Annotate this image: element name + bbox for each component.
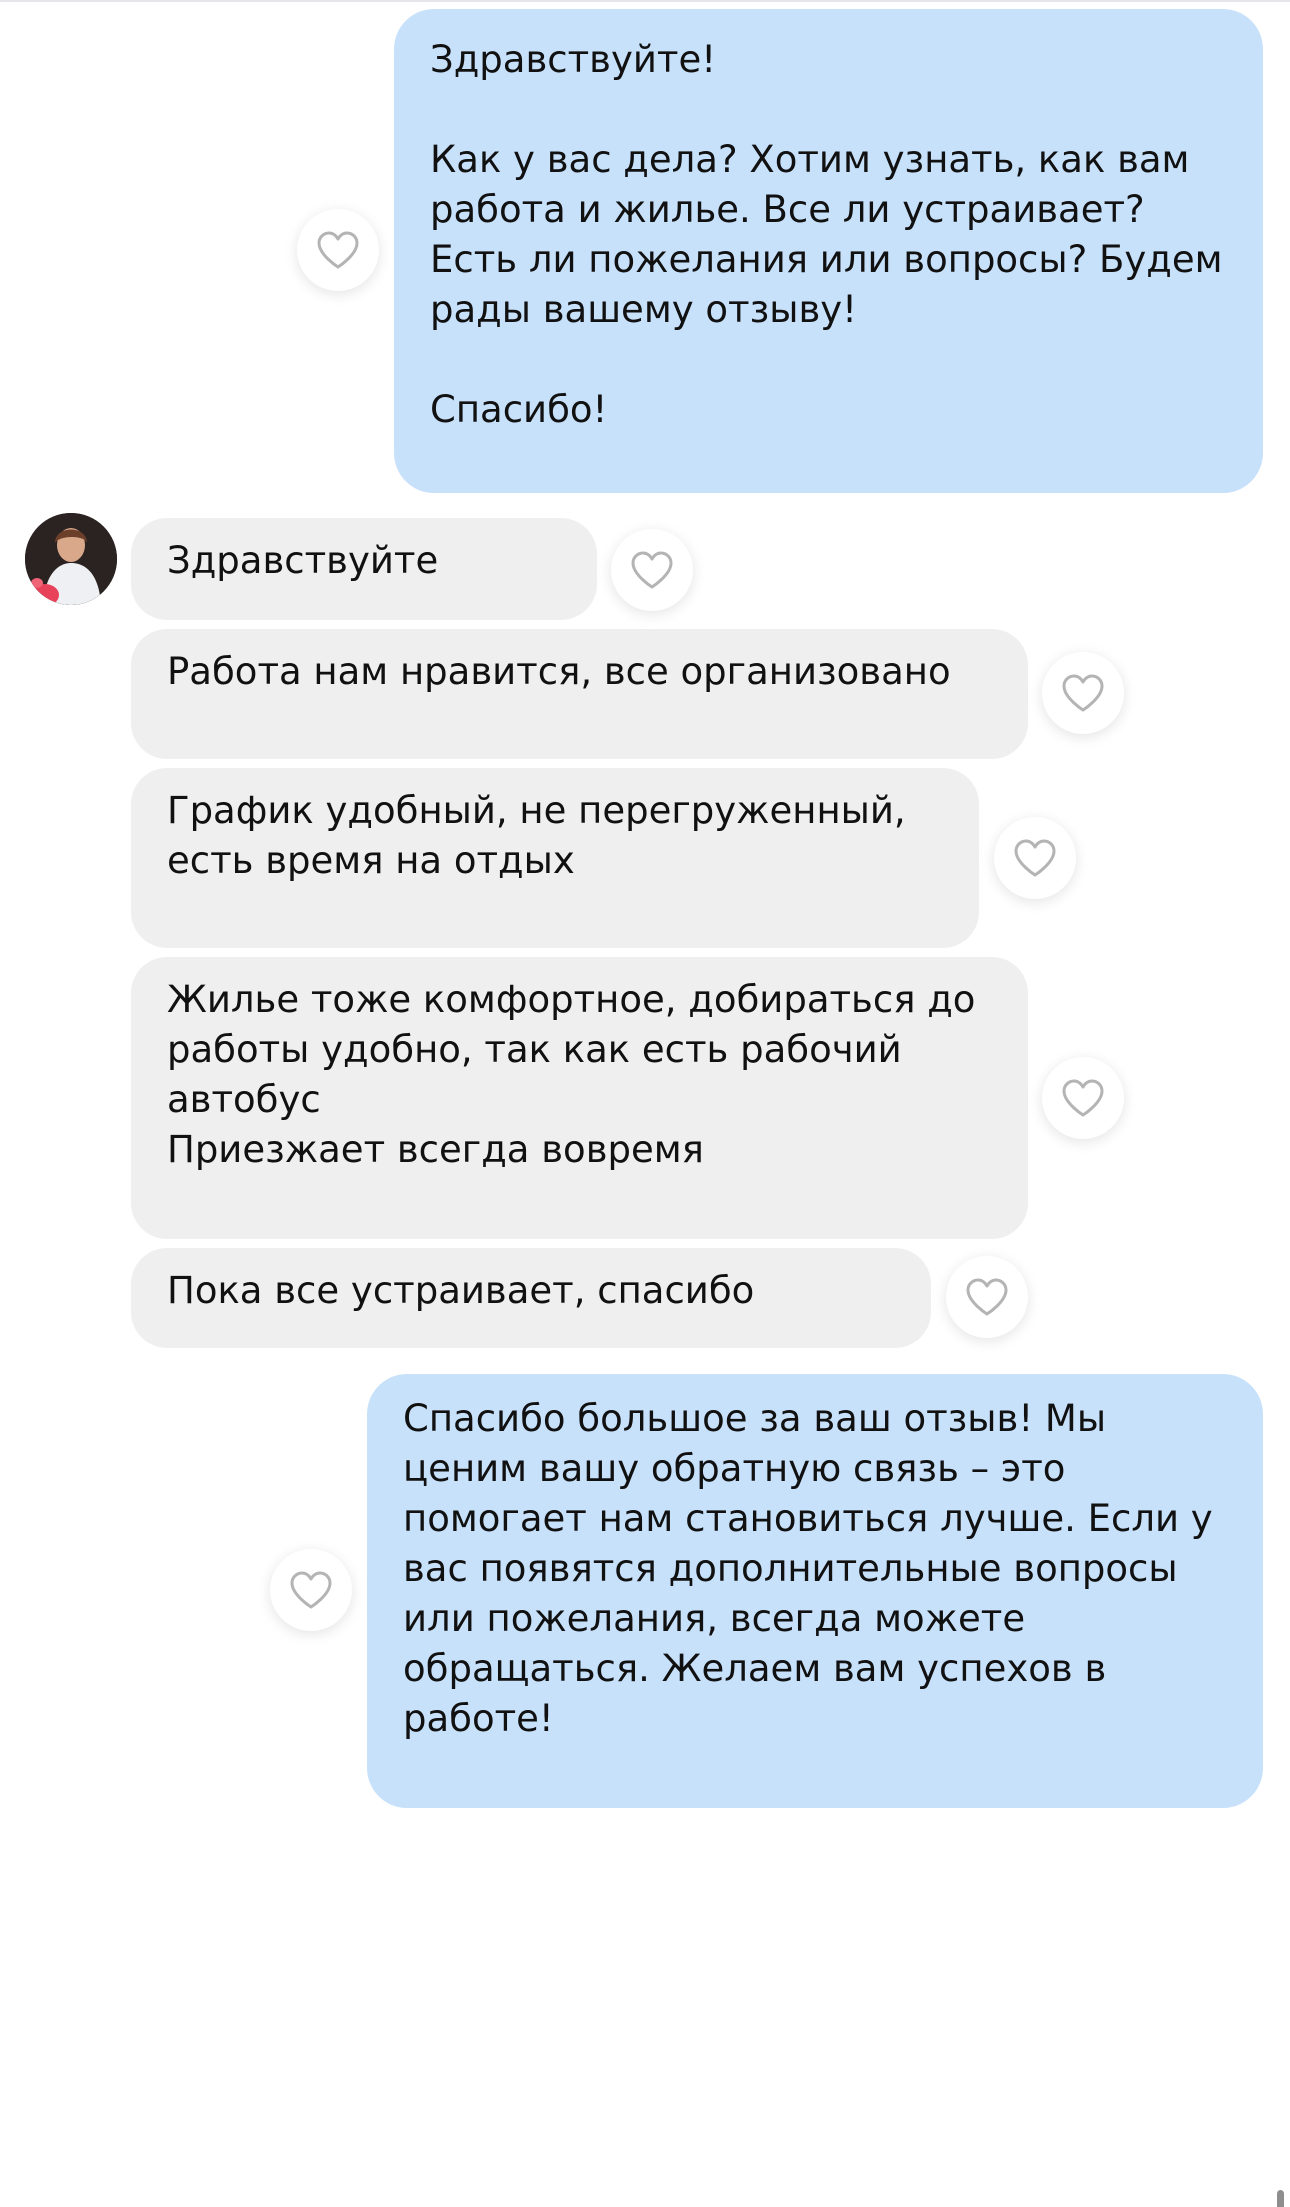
heart-outline-icon[interactable] bbox=[946, 1256, 1028, 1338]
heart-outline-icon[interactable] bbox=[611, 529, 693, 611]
incoming-message-bubble[interactable]: Жилье тоже комфортное, добираться до раб… bbox=[131, 957, 1028, 1239]
outgoing-message-bubble[interactable]: Спасибо большое за ваш отзыв! Мы ценим в… bbox=[367, 1374, 1263, 1808]
incoming-message-bubble[interactable]: Здравствуйте bbox=[131, 518, 597, 620]
incoming-message-bubble[interactable]: Пока все устраивает, спасибо bbox=[131, 1248, 931, 1348]
contact-avatar[interactable] bbox=[25, 513, 117, 605]
heart-outline-icon[interactable] bbox=[270, 1549, 352, 1631]
top-divider bbox=[0, 0, 1290, 2]
heart-outline-icon[interactable] bbox=[1042, 652, 1124, 734]
heart-outline-icon[interactable] bbox=[297, 209, 379, 291]
incoming-message-bubble[interactable]: График удобный, не перегруженный, есть в… bbox=[131, 768, 979, 948]
scroll-indicator[interactable] bbox=[1277, 2190, 1284, 2207]
incoming-message-bubble[interactable]: Работа нам нравится, все организовано bbox=[131, 629, 1028, 759]
heart-outline-icon[interactable] bbox=[1042, 1057, 1124, 1139]
heart-outline-icon[interactable] bbox=[994, 817, 1076, 899]
outgoing-message-bubble[interactable]: Здравствуйте! Как у вас дела? Хотим узна… bbox=[394, 9, 1263, 493]
